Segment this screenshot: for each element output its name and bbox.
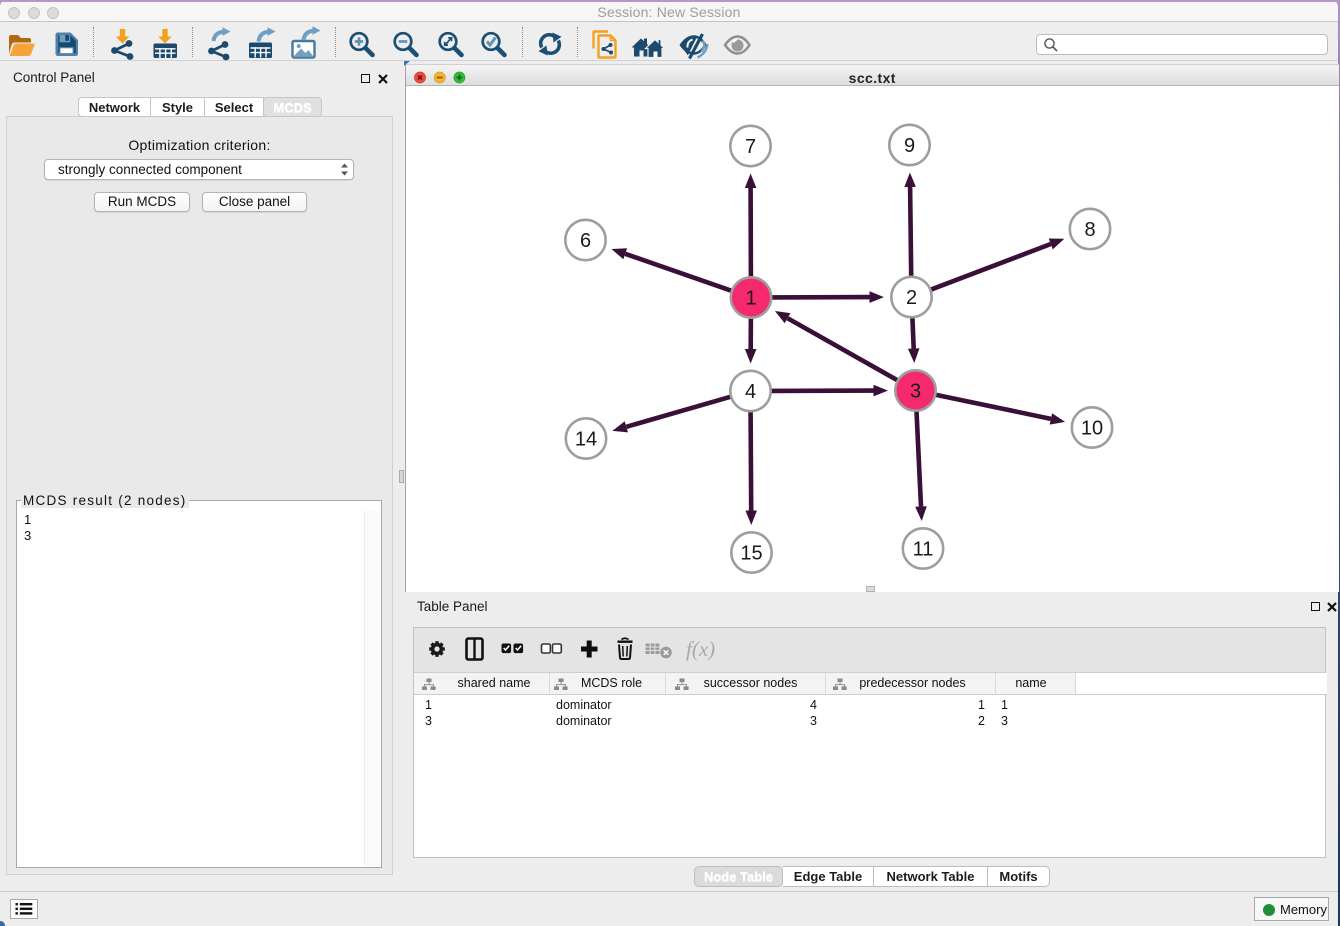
svg-text:1: 1	[745, 288, 756, 310]
svg-text:15: 15	[740, 543, 762, 565]
svg-text:3: 3	[910, 381, 921, 403]
svg-text:10: 10	[1081, 418, 1103, 440]
svg-text:9: 9	[904, 135, 915, 157]
svg-text:4: 4	[745, 381, 756, 403]
svg-text:2: 2	[906, 287, 917, 309]
svg-text:6: 6	[580, 230, 591, 252]
svg-text:14: 14	[575, 429, 597, 451]
svg-text:f(x): f(x)	[686, 637, 715, 661]
svg-text:11: 11	[913, 539, 934, 561]
svg-text:7: 7	[745, 136, 756, 158]
svg-text:8: 8	[1084, 219, 1095, 241]
